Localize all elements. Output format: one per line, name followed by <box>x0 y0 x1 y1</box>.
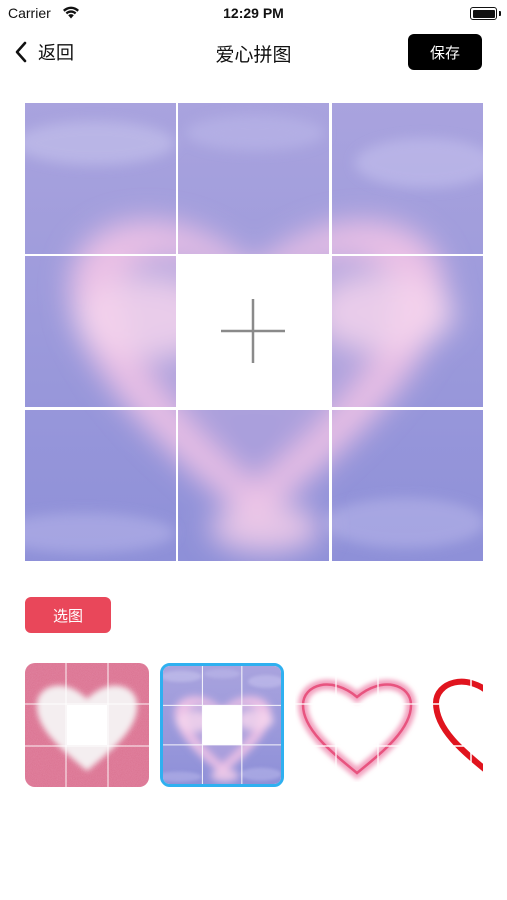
puzzle-grid <box>25 103 483 561</box>
puzzle-cell[interactable] <box>25 410 176 561</box>
cloud-heart-template[interactable] <box>160 663 284 787</box>
save-button[interactable]: 保存 <box>408 34 482 70</box>
puzzle-cell[interactable] <box>332 410 483 561</box>
plus-icon <box>221 299 285 363</box>
battery-cap <box>499 11 501 16</box>
status-bar: Carrier 12:29 PM <box>0 0 507 28</box>
template-strip <box>25 663 483 787</box>
red-heart-template[interactable] <box>430 663 483 787</box>
sand-heart-template[interactable] <box>25 663 149 787</box>
pick-image-button[interactable]: 选图 <box>25 597 111 633</box>
puzzle-cell[interactable] <box>178 410 329 561</box>
nav-bar: 返回 爱心拼图 保存 <box>0 28 507 76</box>
puzzle-cell[interactable] <box>332 256 483 407</box>
puzzle-cell[interactable] <box>25 256 176 407</box>
puzzle-cell[interactable] <box>178 103 329 254</box>
empty-puzzle-cell[interactable] <box>178 256 329 407</box>
red-heart-image <box>430 663 483 787</box>
pink-outline-heart-image <box>295 663 419 787</box>
pink-outline-heart-template[interactable] <box>295 663 419 787</box>
clock: 12:29 PM <box>223 5 284 21</box>
sand-heart-image <box>25 663 149 787</box>
battery-icon <box>470 7 497 20</box>
puzzle-cell[interactable] <box>332 103 483 254</box>
cloud-heart-image <box>163 666 281 784</box>
puzzle-cell[interactable] <box>25 103 176 254</box>
